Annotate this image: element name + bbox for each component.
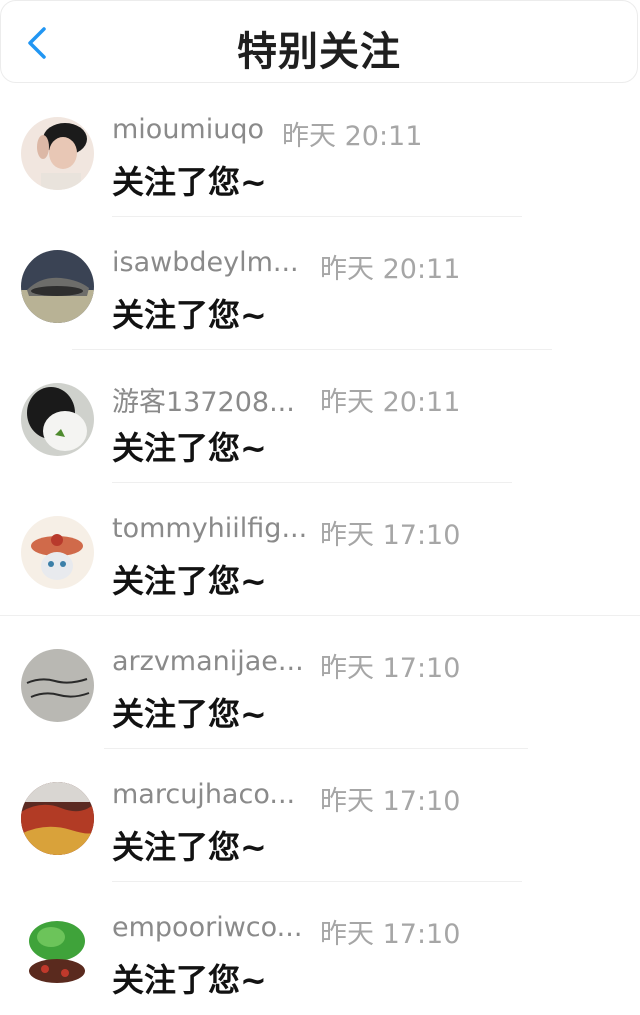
list-item[interactable]: mioumiuqo 昨天 20:11 关注了您~ (0, 84, 640, 217)
notification-message: 关注了您~ (112, 429, 267, 467)
follow-list: mioumiuqo 昨天 20:11 关注了您~ isawbdeylm... 昨… (0, 84, 640, 1015)
list-item[interactable]: tommyhiilfig... 昨天 17:10 关注了您~ (0, 483, 640, 616)
timestamp: 昨天 20:11 (320, 254, 461, 285)
avatar[interactable] (21, 250, 94, 323)
timestamp: 昨天 17:10 (320, 786, 461, 817)
username[interactable]: tommyhiilfig... (112, 513, 307, 544)
timestamp: 昨天 17:10 (320, 919, 461, 950)
username[interactable]: 游客137208... (112, 380, 295, 419)
list-item[interactable]: isawbdeylm... 昨天 20:11 关注了您~ (0, 217, 640, 350)
notification-message: 关注了您~ (112, 163, 267, 201)
notification-message: 关注了您~ (112, 296, 267, 334)
list-item[interactable]: marcujhaco... 昨天 17:10 关注了您~ (0, 749, 640, 882)
avatar[interactable] (21, 117, 94, 190)
username[interactable]: empooriwco... (112, 912, 302, 943)
timestamp: 昨天 17:10 (320, 653, 461, 684)
page-title: 特别关注 (237, 29, 401, 75)
username[interactable]: marcujhaco... (112, 779, 295, 810)
timestamp: 昨天 20:11 (320, 387, 461, 418)
notification-message: 关注了您~ (112, 828, 267, 866)
avatar[interactable] (21, 383, 94, 456)
avatar[interactable] (21, 782, 94, 855)
username[interactable]: isawbdeylm... (112, 247, 299, 278)
notification-message: 关注了您~ (112, 961, 267, 999)
notification-message: 关注了您~ (112, 695, 267, 733)
username[interactable]: mioumiuqo (112, 114, 264, 145)
list-item[interactable]: arzvmanijae... 昨天 17:10 关注了您~ (0, 616, 640, 749)
list-item[interactable]: empooriwco... 昨天 17:10 关注了您~ (0, 882, 640, 1015)
timestamp: 昨天 17:10 (320, 520, 461, 551)
username[interactable]: arzvmanijae... (112, 646, 304, 677)
notification-message: 关注了您~ (112, 562, 267, 600)
avatar[interactable] (21, 649, 94, 722)
top-bar: 特别关注 (0, 0, 638, 83)
timestamp: 昨天 20:11 (282, 121, 423, 152)
list-item[interactable]: 游客137208... 昨天 20:11 关注了您~ (0, 350, 640, 483)
avatar[interactable] (21, 516, 94, 589)
avatar[interactable] (21, 915, 94, 988)
